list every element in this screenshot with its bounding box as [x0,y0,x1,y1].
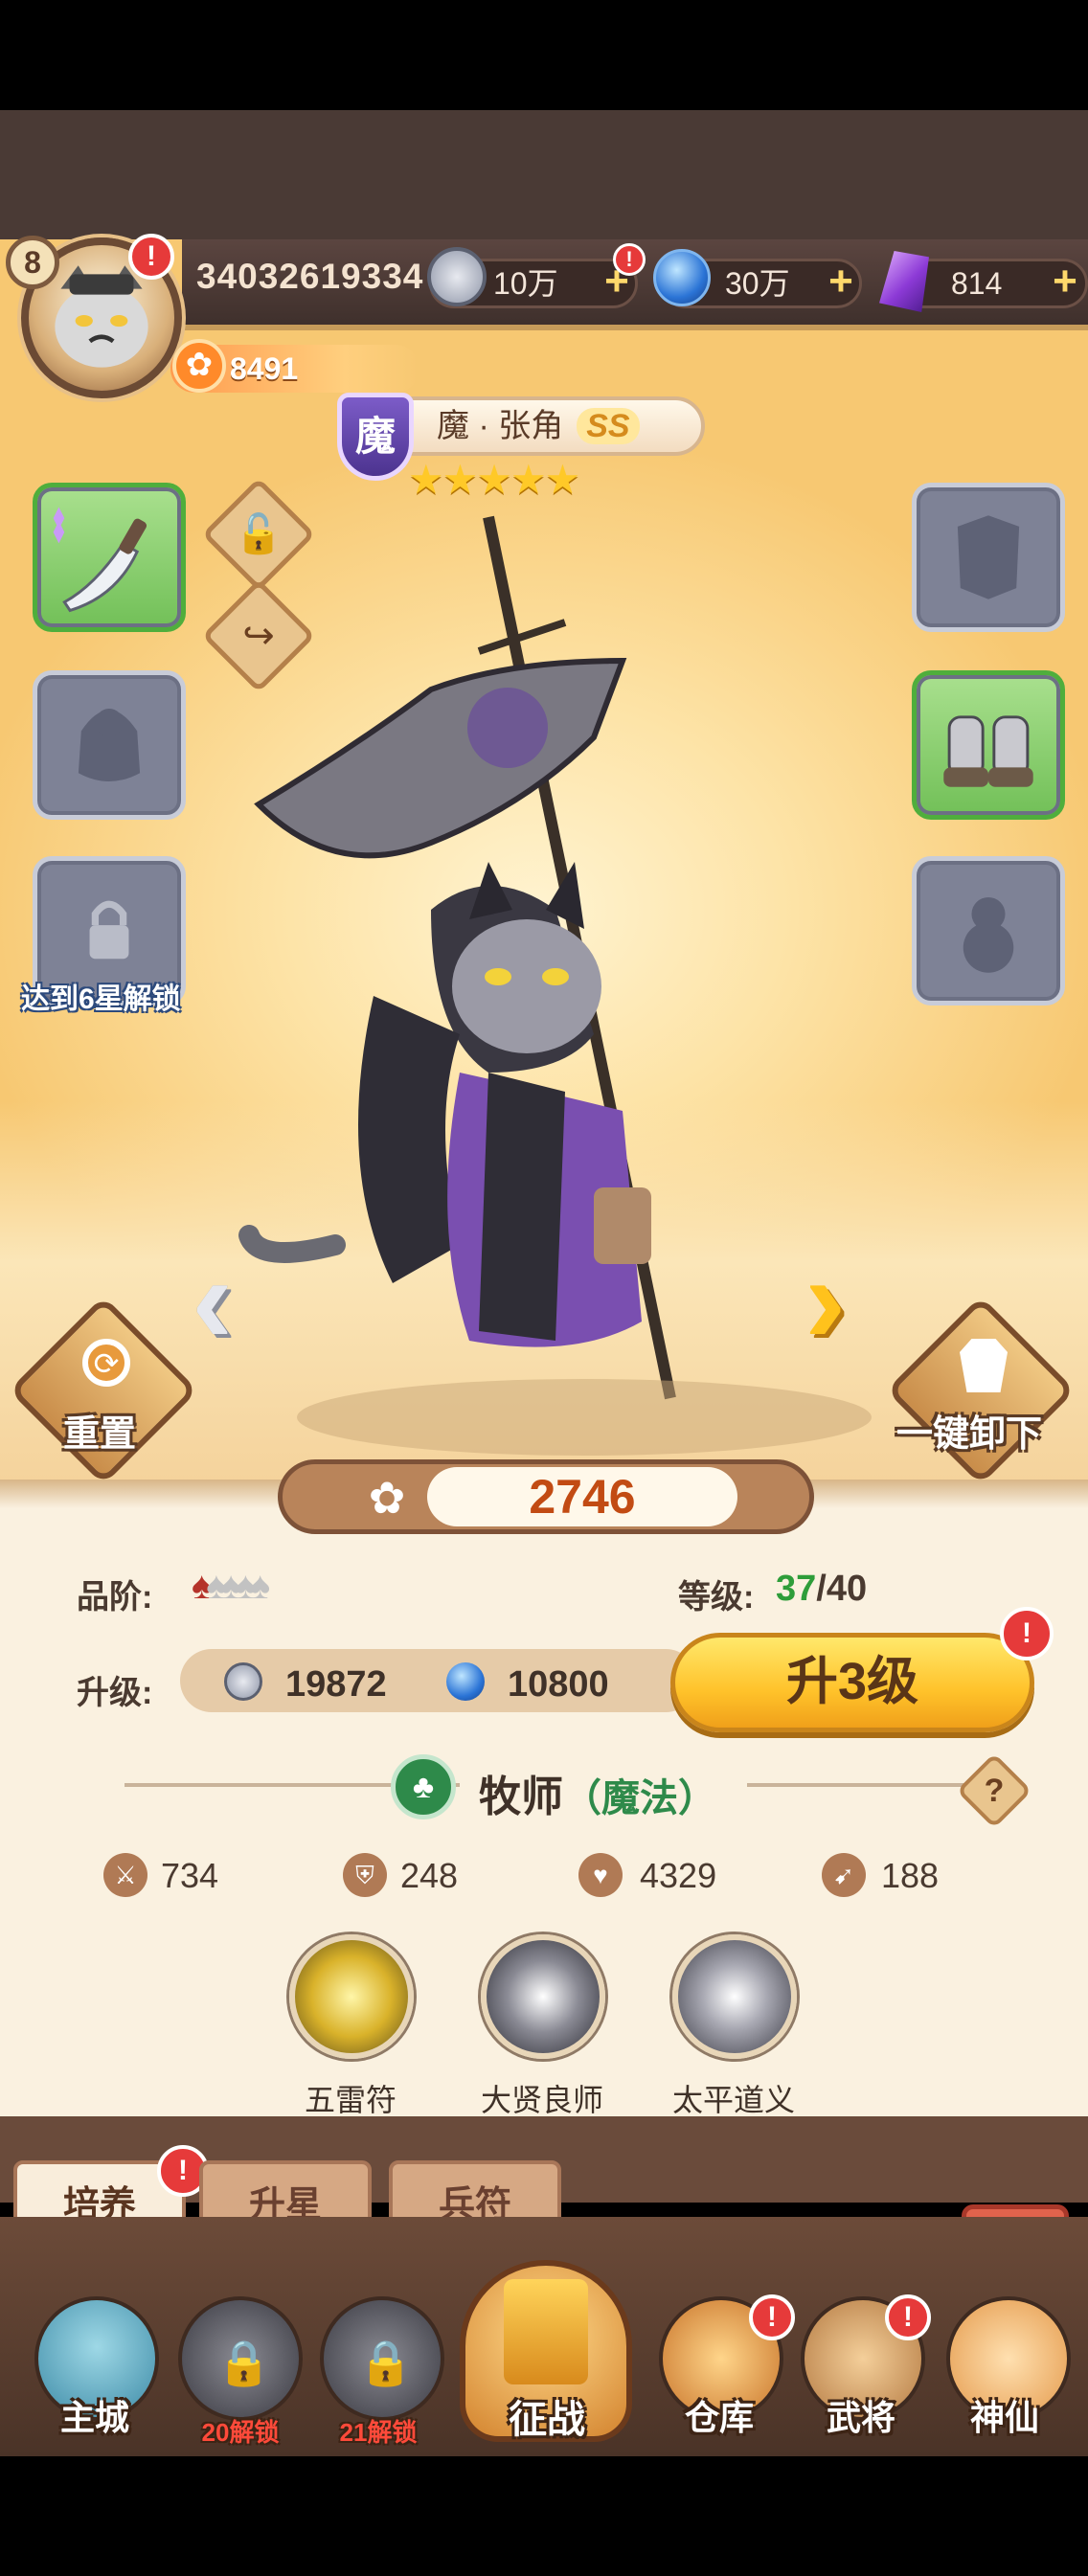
question-icon: ? [984,1773,1005,1809]
lock-icon: 🔒 [216,2338,272,2387]
tree-class-icon: ♣ [391,1754,456,1819]
skill-wulei-label: 五雷符 [304,2083,397,2117]
upgrade-label: 升级: [77,1675,153,1711]
nav-locked-1-label: 20解锁 [201,2418,280,2447]
speed-value: 188 [881,1856,940,1895]
lock-icon: 🔒 [358,2338,414,2387]
coin-icon [427,247,487,306]
skill-daxian-icon[interactable] [481,1934,605,2059]
coin-amount: 10万 [493,266,558,301]
status-bar-area [0,0,1088,110]
nav-locked-2-label: 21解锁 [339,2418,418,2447]
nav-warehouse-label: 仓库 [684,2398,754,2437]
orb-amount: 30万 [725,266,790,301]
hp-heart-icon: ♥ [578,1853,623,1897]
refresh-icon: ⟳ [82,1339,130,1387]
upgrade-coin-cost: 19872 [285,1664,387,1705]
add-orb-icon[interactable]: + [820,260,862,305]
defense-value: 248 [400,1856,459,1895]
upgrade-button[interactable]: 升3级 [670,1633,1034,1732]
hp-value: 4329 [640,1856,717,1895]
hero-name: 魔 · 张角 [437,408,564,444]
level-max: /40 [816,1569,868,1609]
paw-icon: ✿ [172,339,226,393]
prev-hero-button[interactable]: ‹ [192,1237,233,1362]
hero-stars: ★★★★★ [408,457,580,502]
hero-rarity: SS [577,408,640,444]
orb-icon [653,249,711,306]
upgrade-alert-icon: ! [1000,1607,1054,1661]
class-type: （魔法） [563,1777,716,1819]
grade-label: 品阶: [77,1579,153,1616]
player-level-badge: 8 [6,236,59,289]
nav-main-city-label: 主城 [59,2398,129,2437]
system-nav-area [0,2456,1088,2576]
paw-points-value: 8491 [230,351,299,386]
hero-portrait [238,515,872,1456]
generals-alert-icon: ! [885,2294,931,2340]
armor-silhouette-icon [957,515,1020,599]
gourd-silhouette-icon [963,896,1014,973]
upgrade-orb-cost: 10800 [508,1664,609,1705]
speed-boot-icon: ➹ [822,1853,866,1897]
boots-slot[interactable] [912,670,1065,820]
nav-immortal-label: 神仙 [969,2398,1039,2437]
robe-icon [960,1339,1008,1392]
battle-shield-icon [504,2279,588,2384]
avatar-alert-icon: ! [128,234,174,280]
attack-value: 734 [161,1856,219,1895]
defense-icon: ⛨ [343,1853,387,1897]
header-band [0,110,1088,239]
coin-alert-icon: ! [613,243,646,276]
nav-battle-label: 征战 [509,2399,585,2441]
skill-wulei-icon[interactable] [289,1934,414,2059]
class-name: 牧师 [479,1774,563,1820]
add-gem-icon[interactable]: + [1044,260,1086,305]
level-current: 37 [776,1569,817,1609]
attack-icon: ⚔ [103,1853,147,1897]
orb-cost-icon [446,1662,485,1701]
gem-amount: 814 [951,266,1003,301]
skill-taiping-icon[interactable] [672,1934,797,2059]
player-uid: 34032619334 [196,257,424,296]
next-hero-button[interactable]: › [805,1237,846,1362]
grade-flames-icon: ♠♠♠♠♠ [192,1565,270,1607]
power-value: 2746 [427,1467,737,1526]
level-label: 等级: [678,1579,755,1616]
unequip-all-label: 一键卸下 [896,1414,1043,1455]
skill-daxian-label: 大贤良师 [480,2083,603,2117]
accessory-slot[interactable] [912,856,1065,1006]
armor-slot[interactable] [912,483,1065,632]
nav-generals-label: 武将 [826,2398,895,2437]
coin-cost-icon [224,1662,262,1701]
warehouse-alert-icon: ! [749,2294,795,2340]
skill-taiping-label: 太平道义 [671,2083,795,2117]
cat-boots-icon [943,715,1033,787]
reset-label: 重置 [63,1414,137,1455]
faction-badge: 魔 [337,393,414,481]
paw-power-icon: ✿ [368,1473,406,1523]
